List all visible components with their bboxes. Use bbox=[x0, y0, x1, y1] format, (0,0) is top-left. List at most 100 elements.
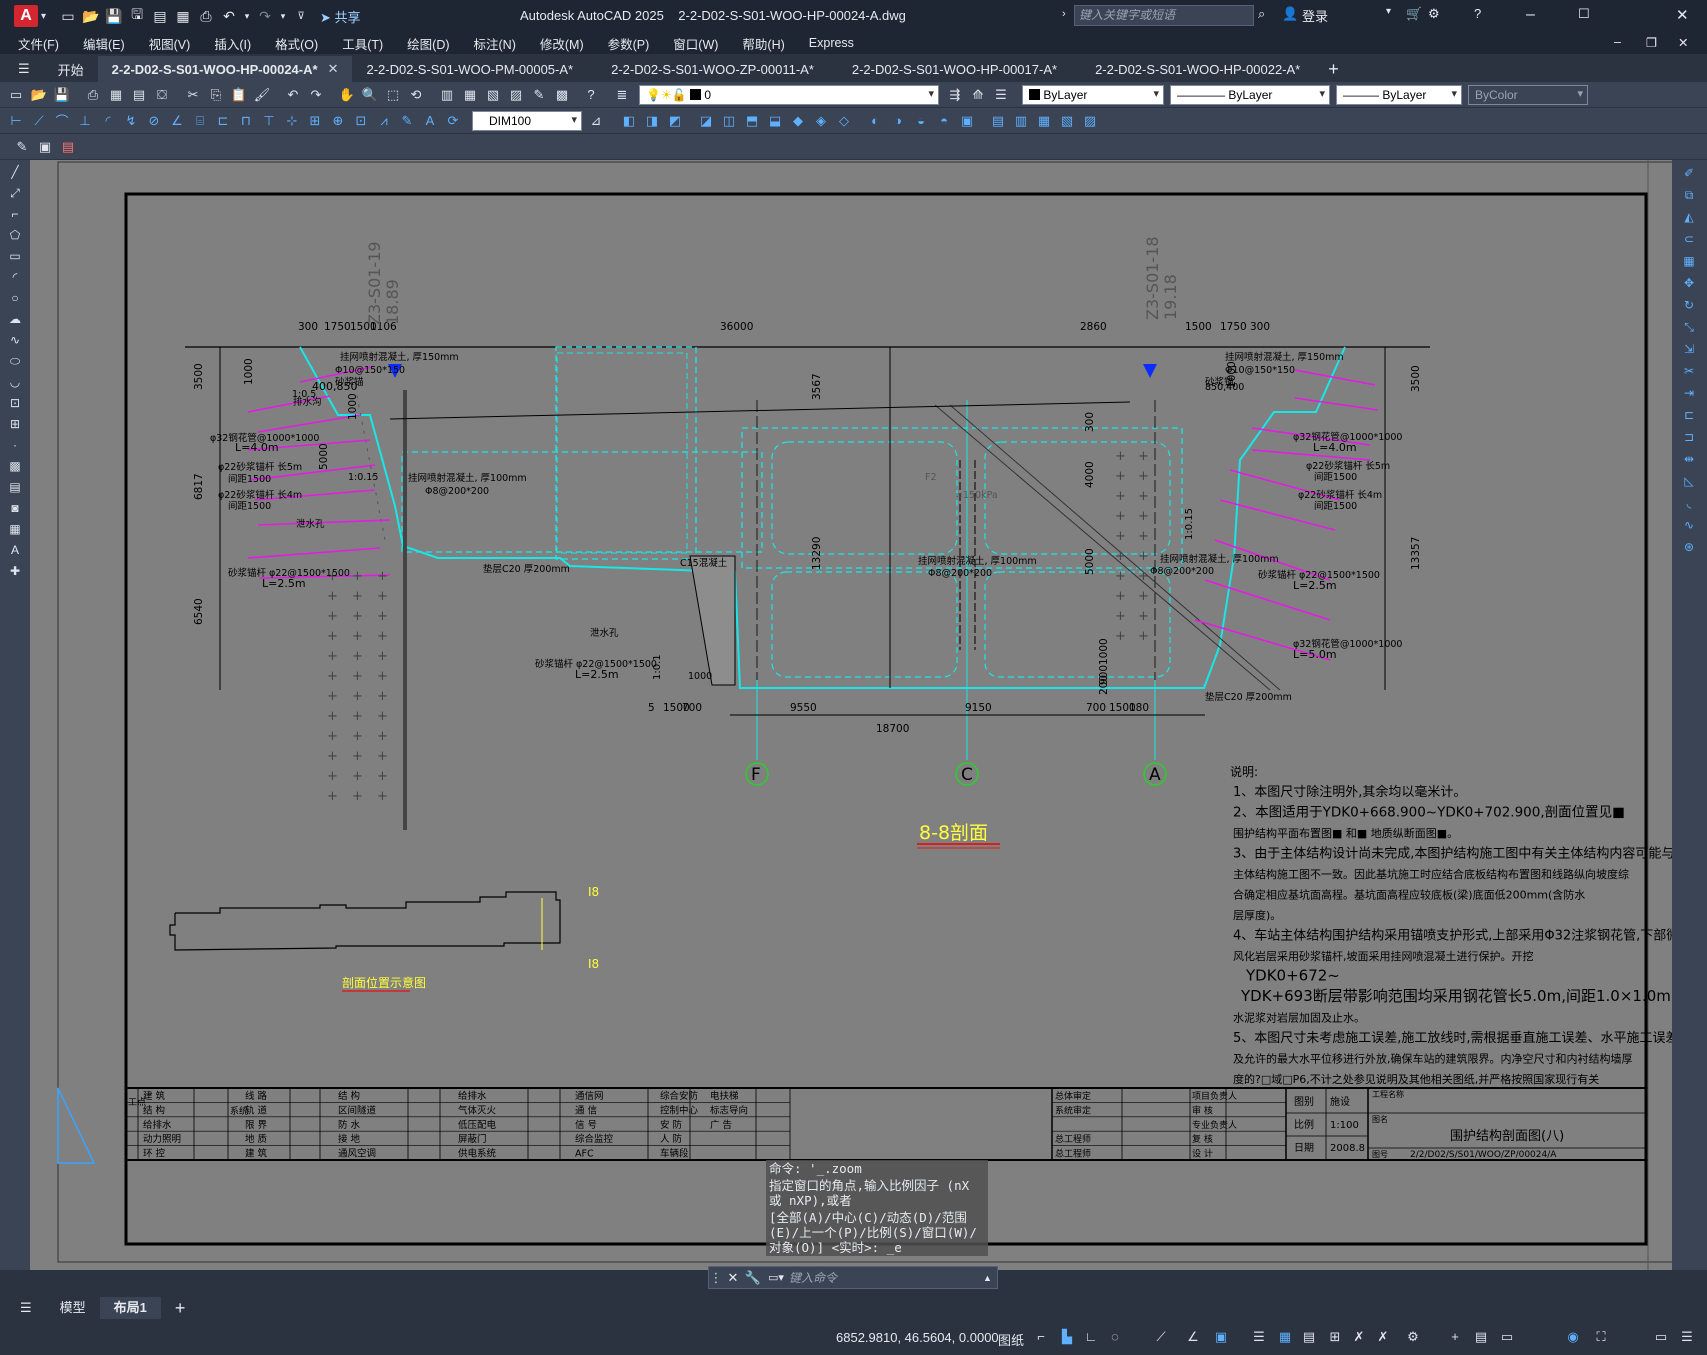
region-icon[interactable]: ◙ bbox=[4, 499, 26, 517]
markup-icon[interactable]: ✎ bbox=[529, 85, 549, 105]
cut-icon[interactable]: ✂ bbox=[183, 85, 203, 105]
spline-icon[interactable]: ∿ bbox=[4, 331, 26, 349]
isodraft-icon[interactable]: ⟋ bbox=[1152, 1329, 1170, 1347]
redo-dropdown-icon[interactable]: ▾ bbox=[278, 6, 288, 26]
ellipse-icon[interactable]: ⬭ bbox=[4, 352, 26, 370]
table-icon[interactable]: ▦ bbox=[4, 520, 26, 538]
tab-file-active[interactable]: 2-2-D02-S-S01-WOO-HP-00024-A* ✕ bbox=[97, 56, 353, 82]
plot-icon[interactable]: ⎙ bbox=[83, 85, 103, 105]
share-button[interactable]: ➤ 共享 bbox=[320, 7, 361, 26]
ucs-x-icon[interactable]: ▨ bbox=[1080, 111, 1100, 131]
tab-model[interactable]: 模型 bbox=[46, 1297, 100, 1319]
app-menu-chevron-icon[interactable]: ▾ bbox=[41, 11, 46, 22]
menu-help[interactable]: 帮助(H) bbox=[742, 34, 784, 53]
ucs-object-icon[interactable]: ▣ bbox=[957, 111, 977, 131]
add-layout-icon[interactable]: + bbox=[161, 1297, 200, 1319]
3d-print-icon[interactable]: ⛋ bbox=[152, 85, 172, 105]
angular-dim-icon[interactable]: ∠ bbox=[167, 111, 187, 131]
tab-file[interactable]: 2-2-D02-S-S01-WOO-PM-00005-A* bbox=[352, 56, 587, 82]
menu-edit[interactable]: 编辑(E) bbox=[83, 34, 125, 53]
make-current-layer-icon[interactable]: ⇶ bbox=[945, 85, 965, 105]
menu-format[interactable]: 格式(O) bbox=[275, 34, 318, 53]
arc-length-icon[interactable]: ⌒ bbox=[52, 111, 72, 131]
redo-icon[interactable]: ↷ bbox=[255, 6, 275, 26]
search-icon[interactable]: ⌕ bbox=[1258, 6, 1265, 22]
tab-file[interactable]: 2-2-D02-S-S01-WOO-HP-00017-A* bbox=[838, 56, 1071, 82]
doc-minimize-icon[interactable]: – bbox=[1614, 35, 1621, 49]
pan-icon[interactable]: ✋ bbox=[337, 85, 357, 105]
offset-icon[interactable]: ⊂ bbox=[1678, 230, 1700, 248]
diameter-dim-icon[interactable]: ⊘ bbox=[144, 111, 164, 131]
aligned-dim-icon[interactable]: ⟋ bbox=[29, 111, 49, 131]
clean-screen-icon[interactable]: ▭ bbox=[1652, 1329, 1670, 1347]
blend-icon[interactable]: ∿ bbox=[1678, 516, 1700, 534]
save-icon[interactable]: 💾 bbox=[104, 6, 124, 26]
erase-icon[interactable]: ✐ bbox=[1678, 164, 1700, 182]
save-block-icon[interactable]: ▣ bbox=[35, 137, 55, 157]
close-block-icon[interactable]: ▤ bbox=[58, 137, 78, 157]
layout-menu-icon[interactable]: ☰ bbox=[0, 1297, 46, 1319]
view-back-icon[interactable]: ⬒ bbox=[742, 111, 762, 131]
tolerance-icon[interactable]: ⊞ bbox=[305, 111, 325, 131]
ucs-world-icon[interactable]: ◑ bbox=[888, 111, 908, 131]
dim-break-icon[interactable]: ⊹ bbox=[282, 111, 302, 131]
dim-update-icon[interactable]: ⟳ bbox=[443, 111, 463, 131]
preview-icon[interactable]: ▦ bbox=[106, 85, 126, 105]
layer-previous-icon[interactable]: ⟰ bbox=[968, 85, 988, 105]
menu-parametric[interactable]: 参数(P) bbox=[608, 34, 650, 53]
menu-tools[interactable]: 工具(T) bbox=[342, 34, 383, 53]
help-icon[interactable]: ? bbox=[581, 85, 601, 105]
fillet-icon[interactable]: ◟ bbox=[1678, 494, 1700, 512]
array-icon[interactable]: ▦ bbox=[1678, 252, 1700, 270]
layer-dropdown[interactable]: 💡☀🔓 0 bbox=[639, 84, 939, 105]
view-ne-icon[interactable]: ◈ bbox=[811, 111, 831, 131]
close-window-icon[interactable]: ✕ bbox=[1676, 6, 1689, 24]
command-prompt-icon[interactable]: ▭▾ bbox=[763, 1271, 789, 1284]
continue-dim-icon[interactable]: ⊓ bbox=[236, 111, 256, 131]
isolate-objects-icon[interactable]: ◉ bbox=[1564, 1329, 1582, 1347]
save-icon[interactable]: 💾 bbox=[52, 85, 72, 105]
menu-file[interactable]: 文件(F) bbox=[18, 34, 59, 53]
login-button[interactable]: 登录 bbox=[1302, 6, 1328, 25]
menu-draw[interactable]: 绘图(D) bbox=[407, 34, 449, 53]
dim-edit-icon[interactable]: ✎ bbox=[397, 111, 417, 131]
doc-restore-icon[interactable]: ❐ bbox=[1646, 35, 1657, 50]
account-icon[interactable]: ⚙ bbox=[1428, 6, 1440, 22]
coordinate-readout[interactable]: 6852.9810, 46.5604, 0.0000 bbox=[836, 1330, 999, 1345]
undo-icon[interactable]: ↶ bbox=[219, 6, 239, 26]
circle-icon[interactable]: ○ bbox=[4, 289, 26, 307]
paper-space-toggle[interactable]: 图纸 bbox=[998, 1330, 1024, 1349]
view-right-icon[interactable]: ◪ bbox=[696, 111, 716, 131]
tab-layout1[interactable]: 布局1 bbox=[99, 1297, 161, 1319]
new-file-icon[interactable]: ▭ bbox=[58, 6, 78, 26]
tool-palettes-icon[interactable]: ▧ bbox=[483, 85, 503, 105]
hamburger-menu-icon[interactable]: ☰ bbox=[0, 56, 44, 82]
publish-icon[interactable]: ▤ bbox=[129, 85, 149, 105]
linear-dim-icon[interactable]: ⊢ bbox=[6, 111, 26, 131]
zoom-realtime-icon[interactable]: 🔍 bbox=[360, 85, 380, 105]
extend-icon[interactable]: ⇥ bbox=[1678, 384, 1700, 402]
view-nw-icon[interactable]: ◇ bbox=[834, 111, 854, 131]
paste-icon[interactable]: 📋 bbox=[229, 85, 249, 105]
mtext-icon[interactable]: A bbox=[4, 541, 26, 559]
trim-icon[interactable]: ✂ bbox=[1678, 362, 1700, 380]
jogged-linear-icon[interactable]: ⩘ bbox=[374, 111, 394, 131]
ucs-view-icon[interactable]: ▤ bbox=[988, 111, 1008, 131]
workspace-gear-icon[interactable]: ⚙ bbox=[1404, 1329, 1422, 1347]
make-block-icon[interactable]: ⊞ bbox=[4, 415, 26, 433]
grid-display-icon[interactable]: ▙ bbox=[1058, 1329, 1076, 1347]
inspection-icon[interactable]: ⊡ bbox=[351, 111, 371, 131]
close-tab-icon[interactable]: ✕ bbox=[328, 61, 339, 77]
view-se-icon[interactable]: ◆ bbox=[788, 111, 808, 131]
hatch-icon[interactable]: ▩ bbox=[4, 457, 26, 475]
match-prop-icon[interactable]: 🖌 bbox=[252, 85, 272, 105]
command-close-icon[interactable]: ✕ bbox=[723, 1270, 743, 1286]
snap-mode-icon[interactable]: ⌐ bbox=[1032, 1329, 1050, 1347]
new-tab-plus-icon[interactable]: + bbox=[1314, 56, 1353, 82]
doc-close-icon[interactable]: ✕ bbox=[1678, 35, 1688, 50]
save-as-icon[interactable]: 🖫 bbox=[127, 6, 147, 26]
command-history-toggle-icon[interactable]: ▲ bbox=[983, 1273, 997, 1283]
gradient-icon[interactable]: ▤ bbox=[4, 478, 26, 496]
tab-file[interactable]: 2-2-D02-S-S01-WOO-HP-00022-A* bbox=[1081, 56, 1314, 82]
view-top-icon[interactable]: ◧ bbox=[619, 111, 639, 131]
